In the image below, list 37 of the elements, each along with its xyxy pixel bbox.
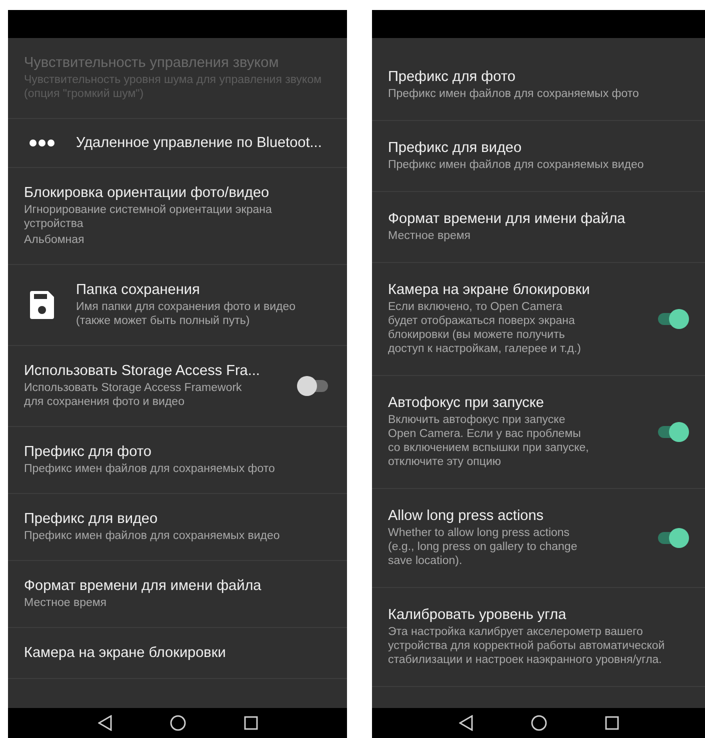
setting-summary: Игнорирование системной ориентации экрана устройства (24, 203, 273, 231)
setting-summary: Префикс имен файлов для сохраняемых видео (388, 158, 645, 172)
setting-summary: Местное время (388, 229, 472, 243)
setting-title: Удаленное управление по Bluetoot... (76, 135, 323, 151)
setting-title: Префикс для фото (24, 444, 152, 460)
setting-summary: Местное время (24, 596, 108, 610)
setting-summary: Эта настройка калибрует акселерометр вашего устройства для корректной работы автоматической стабилизации и настроек наэкранного уровня/угла. (388, 625, 666, 667)
setting-title: Использовать Storage Access Fra... (24, 363, 261, 379)
setting-summary: Whether to allow long press actions (e.g., long press on gallery to change save location). (388, 526, 578, 568)
setting-title: Префикс для фото (388, 69, 516, 85)
setting-title: Папка сохранения (76, 282, 201, 298)
setting-summary: Префикс имен файлов для сохраняемых фото (24, 462, 276, 476)
setting-title: Камера на экране блокировки (388, 282, 591, 298)
more-icon (29, 139, 55, 147)
recents-icon[interactable] (244, 716, 258, 730)
setting-title: Чувствительность управления звуком (24, 55, 280, 71)
back-icon[interactable] (458, 715, 472, 731)
setting-summary: Если включено, то Open Camera будет отображаться поверх экрана блокировки (вы можете получить доступ к настройкам, галерее и т.д.) (388, 300, 582, 356)
setting-summary: Имя папки для сохранения фото и видео (также может быть полный путь) (76, 300, 297, 328)
setting-title: Префикс для видео (388, 140, 523, 156)
setting-title: Префикс для видео (24, 511, 159, 527)
setting-title: Калибровать уровень угла (388, 607, 568, 623)
setting-title: Камера на экране блокировки (24, 645, 227, 661)
setting-summary: Использовать Storage Access Framework для сохранения фото и видео (24, 381, 243, 409)
setting-summary: Префикс имен файлов для сохраняемых фото (388, 87, 640, 101)
setting-title: Формат времени для имени файла (388, 211, 626, 227)
setting-title: Автофокус при запуске (388, 395, 545, 411)
home-icon[interactable] (530, 715, 546, 731)
setting-summary: Включить автофокус при запуске Open Camera. Если у вас проблемы со включением вспышки при запуске, отключите эту опцию (388, 413, 590, 469)
recents-icon[interactable] (604, 716, 618, 730)
setting-value: Альбомная (24, 233, 86, 247)
setting-summary: Префикс имен файлов для сохраняемых видео (24, 529, 281, 543)
setting-title: Блокировка ориентации фото/видео (24, 185, 270, 201)
setting-title: Allow long press actions (388, 508, 545, 524)
setting-title: Формат времени для имени файла (24, 578, 262, 594)
home-icon[interactable] (170, 715, 186, 731)
back-icon[interactable] (98, 715, 112, 731)
